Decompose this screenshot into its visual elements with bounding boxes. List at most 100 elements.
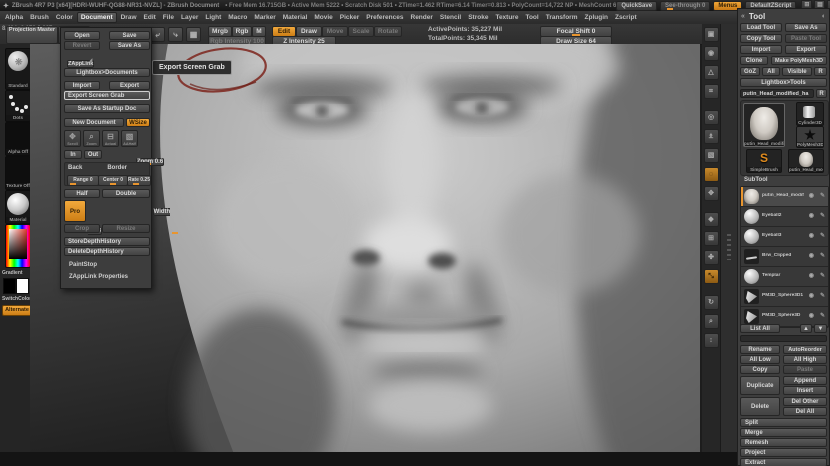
merge-section[interactable]: Merge	[740, 428, 827, 437]
subtool-row[interactable]: Eyeball2◉✎	[741, 207, 828, 227]
current-brush-thumbnail[interactable]: ❊ Standard	[5, 48, 31, 90]
subtool-thumbnail[interactable]	[744, 189, 759, 204]
move-icon[interactable]: ✤	[704, 250, 719, 265]
all-low-button[interactable]: All Low	[740, 355, 780, 364]
subtool-thumbnail[interactable]	[744, 269, 759, 284]
doc-zoom-in-button[interactable]: In	[64, 150, 82, 159]
subtool-thumbnail[interactable]	[744, 309, 759, 324]
menu-light[interactable]: Light	[202, 13, 224, 22]
xpose-icon[interactable]: ✥	[704, 186, 719, 201]
polypaint-icon[interactable]: ✎	[820, 192, 825, 199]
menu-render[interactable]: Render	[408, 13, 436, 22]
zoom3d-icon[interactable]: ⌕	[704, 314, 719, 329]
divider-grip-icon[interactable]	[727, 234, 731, 260]
doc-save-button[interactable]: Save	[109, 31, 150, 40]
visibility-eye-icon[interactable]: ◉	[809, 252, 814, 259]
subtool-row[interactable]: Eyeball3◉✎	[741, 227, 828, 247]
doc-resize-button[interactable]: Resize	[102, 224, 150, 233]
menu-zscript[interactable]: Zscript	[612, 13, 640, 22]
ghost-icon[interactable]: ◌	[704, 167, 719, 182]
panel-divider[interactable]	[720, 24, 738, 452]
remesh-section[interactable]: Remesh	[740, 438, 827, 447]
scale-icon[interactable]: ⤡	[704, 269, 719, 284]
extract-section[interactable]: Extract	[740, 458, 827, 466]
bpr-render-icon[interactable]: ▣	[704, 27, 719, 42]
subtool-up-icon[interactable]: ▲	[800, 324, 812, 333]
tool-thumbnail-polymesh[interactable]: PolyMesh3D	[796, 126, 824, 148]
menu-picker[interactable]: Picker	[337, 13, 363, 22]
persp-icon[interactable]: △	[704, 65, 719, 80]
doc-export-button[interactable]: Export	[109, 81, 150, 90]
visibility-eye-icon[interactable]: ◉	[809, 212, 814, 219]
solo-icon[interactable]: ◆	[704, 212, 719, 227]
polypaint-icon[interactable]: ✎	[820, 252, 825, 259]
append-button[interactable]: Append	[783, 376, 827, 385]
rename-button[interactable]: Rename	[740, 345, 780, 354]
menu-tool[interactable]: Tool	[522, 13, 541, 22]
menu-alpha[interactable]: Alpha	[2, 13, 26, 22]
doc-revert-button[interactable]: Revert	[64, 41, 100, 50]
aahalf-icon[interactable]: ▧AAHalf	[121, 130, 138, 147]
palette-pin-icon[interactable]: ◐	[822, 13, 826, 20]
doc-save-as-button[interactable]: Save As	[109, 41, 150, 50]
subtool-down-icon[interactable]: ▼	[814, 324, 827, 333]
goz-button[interactable]: GoZ	[740, 67, 760, 76]
visibility-eye-icon[interactable]: ◉	[809, 272, 814, 279]
list-all-button[interactable]: List All	[740, 324, 780, 333]
doc-crop-button[interactable]: Crop	[64, 224, 100, 233]
frame-icon[interactable]: ⊞	[704, 231, 719, 246]
doc-zapplink-button[interactable]: ZAppLink	[67, 60, 94, 68]
clone-button[interactable]: Clone	[740, 56, 768, 65]
saturation-value-square[interactable]	[9, 229, 27, 259]
quicksave-button[interactable]: QuickSave	[616, 1, 657, 11]
floor-icon[interactable]: ⌗	[704, 84, 719, 99]
tool-name-field[interactable]: putin_Head_modified_ha	[740, 89, 814, 98]
menu-brush[interactable]: Brush	[27, 13, 52, 22]
visibility-eye-icon[interactable]: ◉	[809, 292, 814, 299]
transp-icon[interactable]: ▧	[704, 148, 719, 163]
menu-zplugin[interactable]: Zplugin	[582, 13, 611, 22]
menu-marker[interactable]: Marker	[251, 13, 278, 22]
load-tool-button[interactable]: Load Tool	[740, 23, 782, 32]
tool-palette-header[interactable]: « Tool ◐	[738, 9, 829, 23]
doc-back-swatch[interactable]: Back	[68, 165, 82, 171]
all-high-button[interactable]: All High	[783, 355, 827, 364]
doc-double-button[interactable]: Double	[102, 189, 150, 198]
menu-material[interactable]: Material	[280, 13, 311, 22]
goz-all-button[interactable]: All	[762, 67, 780, 76]
menu-document[interactable]: Document	[77, 12, 117, 23]
visibility-eye-icon[interactable]: ◉	[809, 192, 814, 199]
doc-border-swatch[interactable]: Border	[107, 165, 127, 171]
local-icon[interactable]: ◎	[704, 110, 719, 125]
subtool-name-field[interactable]	[740, 335, 827, 342]
menu-edit[interactable]: Edit	[141, 13, 159, 22]
subtool-row[interactable]: Templar◉✎	[741, 267, 828, 287]
doc-export-screen-grab-button[interactable]: Export Screen Grab	[64, 91, 150, 100]
doc-rate-slider[interactable]: Rate 0.25	[127, 175, 151, 186]
subtool-thumbnail[interactable]	[744, 249, 759, 264]
subtool-thumbnail[interactable]	[744, 229, 759, 244]
subtool-row[interactable]: putin_Head_modified_head◉✎	[741, 187, 828, 207]
doc-range-slider[interactable]: Range 0	[67, 175, 99, 186]
doc-half-button[interactable]: Half	[64, 189, 100, 198]
menu-texture[interactable]: Texture	[492, 13, 521, 22]
color-picker[interactable]	[5, 224, 31, 268]
current-tool-thumbnail[interactable]: putin_Head_modifi	[743, 103, 785, 147]
delete-button[interactable]: Delete	[740, 397, 780, 416]
paste-subtool-button[interactable]: Paste	[783, 365, 827, 374]
menu-macro[interactable]: Macro	[225, 13, 250, 22]
polypaint-icon[interactable]: ✎	[820, 292, 825, 299]
current-texture-thumbnail[interactable]: Texture Off	[5, 156, 31, 190]
tool-rename-button[interactable]: R	[816, 89, 827, 98]
paste-tool-button[interactable]: Paste Tool	[785, 34, 827, 43]
doc-new-document-button[interactable]: New Document	[64, 118, 124, 127]
polypaint-icon[interactable]: ✎	[820, 212, 825, 219]
copy-subtool-button[interactable]: Copy	[740, 365, 780, 374]
subtool-thumbnail[interactable]	[744, 289, 759, 304]
subtool-row[interactable]: PM3D_Sphere3D1◉✎	[741, 287, 828, 307]
current-alpha-thumbnail[interactable]: Alpha Off	[5, 122, 31, 156]
switch-color-button[interactable]: SwitchColor	[2, 296, 32, 302]
scroll-icon[interactable]: ✥Scroll	[64, 130, 81, 147]
grid-snap-icon[interactable]: ▦	[186, 27, 201, 42]
project-section[interactable]: Project	[740, 448, 827, 457]
